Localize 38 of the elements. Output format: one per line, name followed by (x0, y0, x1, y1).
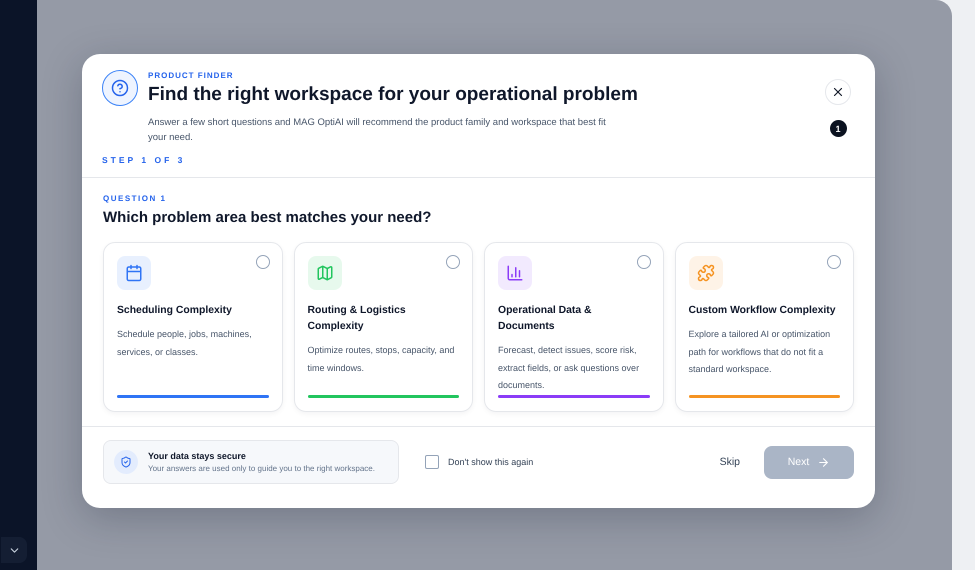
radio-button[interactable] (446, 255, 460, 269)
checkbox[interactable] (425, 455, 439, 469)
collapse-button[interactable] (1, 537, 27, 563)
radio-button[interactable] (827, 255, 841, 269)
help-icon (102, 70, 138, 106)
radio-button[interactable] (256, 255, 270, 269)
option-title: Routing & Logistics Complexity (308, 304, 407, 334)
close-button[interactable] (825, 79, 851, 105)
security-title: Your data stays secure (148, 451, 247, 461)
arrow-right-icon (817, 456, 830, 468)
count-badge: 1 (830, 120, 846, 137)
option-card[interactable]: Scheduling Complexity Schedule people, jobs, machines, services, or classes. (103, 242, 282, 412)
question-label: QUESTION 1 (103, 194, 168, 203)
eyebrow-label: PRODUCT FINDER (148, 71, 235, 80)
option-description: Optimize routes, stops, capacity, and time windows. (308, 344, 456, 374)
dialog-description: Answer a few short questions and MAG OptiAI will recommend the product family and workspace that best fit your need. (148, 116, 607, 145)
option-card[interactable]: Routing & Logistics Complexity Optimize routes, stops, capacity, and time windows. (294, 242, 473, 412)
puzzle-icon (688, 256, 722, 290)
option-description: Forecast, detect issues, score risk, extract fields, or ask questions over documents. (498, 344, 640, 392)
radio-button[interactable] (636, 255, 650, 269)
option-title: Scheduling Complexity (117, 304, 233, 318)
option-title: Custom Workflow Complexity (688, 304, 837, 318)
shield-icon (114, 450, 138, 474)
map-icon (308, 256, 342, 290)
option-card[interactable]: Custom Workflow Complexity Explore a tailored AI or optimization path for workflows that do not fit a standard workspace. (674, 242, 854, 412)
step-indicator: STEP 1 OF 3 (102, 155, 186, 165)
calendar-icon (117, 256, 151, 290)
checkbox-label: Don't show this again (448, 457, 534, 467)
security-text: Your answers are used only to guide you to the right workspace. (148, 464, 375, 473)
option-description: Schedule people, jobs, machines, services, or classes. (117, 328, 253, 358)
skip-button[interactable]: Skip (716, 452, 744, 472)
option-description: Explore a tailored AI or optimization path for workflows that do not fit a standard workspace. (688, 328, 832, 376)
option-card[interactable]: Operational Data & Documents Forecast, detect issues, score risk, extract fields, or ask questions over documents. (484, 242, 664, 412)
close-icon (831, 85, 845, 99)
bar-chart-icon (498, 256, 532, 290)
question-text: Which problem area best matches your need? (103, 209, 432, 226)
option-title: Operational Data & Documents (498, 304, 593, 334)
dialog-title: Find the right workspace for your operational problem (148, 84, 639, 106)
